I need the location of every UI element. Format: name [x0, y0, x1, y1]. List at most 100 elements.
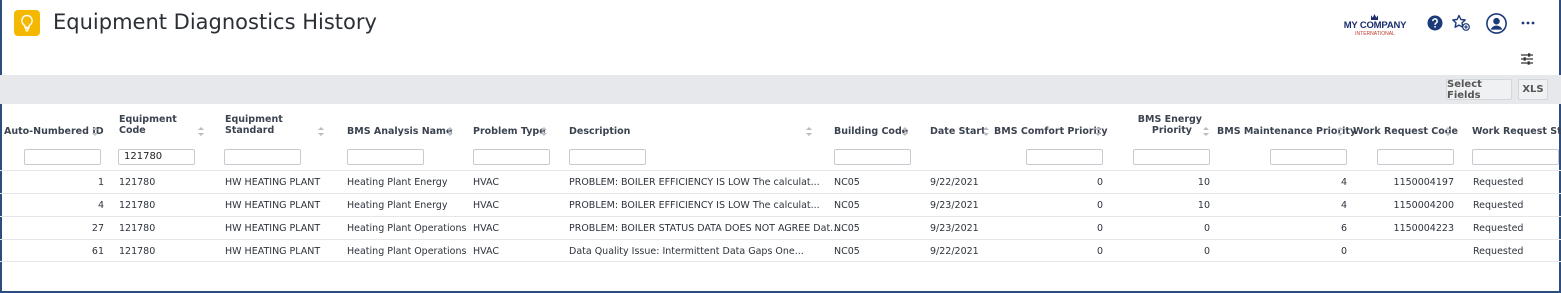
cell-bms-comfort-priority: 0: [1096, 223, 1103, 234]
cell-bms-energy-priority: 0: [1203, 223, 1210, 234]
sort-icon[interactable]: [541, 127, 547, 137]
cell-equipment-standard: HW HEATING PLANT: [225, 200, 321, 211]
column-header-building-code[interactable]: Building Code: [834, 126, 908, 137]
column-header-bms-maintenance-priority[interactable]: BMS Maintenance Priority: [1217, 126, 1356, 137]
logo-subtitle: INTERNATIONAL: [1355, 31, 1395, 37]
cell-work-request-status: Requested: [1473, 246, 1524, 257]
filter-bms-comfort-priority-input[interactable]: [1026, 149, 1103, 165]
sort-icon[interactable]: [1445, 127, 1451, 137]
cell-bms-comfort-priority: 0: [1096, 200, 1103, 211]
column-header-id[interactable]: Auto-Numbered ID: [4, 126, 104, 137]
cell-bms-energy-priority: 10: [1197, 177, 1210, 188]
sort-icon[interactable]: [1095, 127, 1101, 137]
company-logo: MY COMPANY INTERNATIONAL: [1340, 12, 1410, 37]
cell-bms-analysis-name: Heating Plant Energy: [347, 177, 448, 188]
filter-equipment-code-input[interactable]: 121780: [118, 149, 195, 165]
cell-bms-maintenance-priority: 4: [1340, 200, 1347, 211]
column-header-equipment-code[interactable]: Equipment Code: [119, 114, 177, 136]
help-icon[interactable]: [1424, 12, 1446, 34]
app-header: Equipment Diagnostics History MY COMPANY…: [0, 0, 1561, 48]
filter-id-input[interactable]: [24, 149, 101, 165]
column-header-bms-analysis-name[interactable]: BMS Analysis Name: [347, 126, 452, 137]
filter-bms-maintenance-priority-input[interactable]: [1270, 149, 1347, 165]
cell-bms-analysis-name: Heating Plant Energy: [347, 200, 448, 211]
sort-icon[interactable]: [1203, 127, 1209, 137]
column-header-problem-type[interactable]: Problem Type: [473, 126, 546, 137]
cell-bms-maintenance-priority: 0: [1340, 246, 1347, 257]
sort-icon[interactable]: [902, 127, 908, 137]
cell-equipment-standard: HW HEATING PLANT: [225, 223, 321, 234]
cell-equipment-standard: HW HEATING PLANT: [225, 177, 321, 188]
cell-problem-type: HVAC: [473, 223, 499, 234]
cell-date-start: 9/23/2021: [930, 223, 979, 234]
toolbar-band: [0, 75, 1561, 104]
cell-equipment-standard: HW HEATING PLANT: [225, 246, 321, 257]
cell-description: Data Quality Issue: Intermittent Data Ga…: [569, 246, 804, 257]
filter-problem-type-input[interactable]: [473, 149, 550, 165]
cell-bms-analysis-name: Heating Plant Operations: [347, 223, 467, 234]
cell-bms-analysis-name: Heating Plant Operations: [347, 246, 467, 257]
cell-date-start: 9/23/2021: [930, 200, 979, 211]
cell-work-request-status: Requested: [1473, 177, 1524, 188]
more-icon[interactable]: [1517, 12, 1539, 34]
favorites-icon[interactable]: [1450, 12, 1472, 34]
select-fields-button[interactable]: Select Fields: [1446, 79, 1512, 101]
cell-building-code: NC05: [834, 177, 860, 188]
cell-id: 61: [91, 246, 104, 257]
cell-id: 1: [97, 177, 104, 188]
sort-icon[interactable]: [447, 127, 453, 137]
xls-button[interactable]: XLS: [1518, 79, 1548, 100]
cell-description: PROBLEM: BOILER STATUS DATA DOES NOT AGR…: [569, 223, 840, 234]
cell-equipment-code: 121780: [119, 200, 156, 211]
cell-work-request-code: 1150004223: [1393, 223, 1454, 234]
table-row[interactable]: 1 121780 HW HEATING PLANT Heating Plant …: [0, 170, 1561, 193]
sort-icon[interactable]: [92, 127, 98, 137]
cell-bms-energy-priority: 10: [1197, 200, 1210, 211]
filter-work-request-code-input[interactable]: [1377, 149, 1454, 165]
column-header-description[interactable]: Description: [569, 126, 630, 137]
cell-description: PROBLEM: BOILER EFFICIENCY IS LOW The ca…: [569, 200, 820, 211]
filter-settings-icon[interactable]: [1519, 52, 1539, 70]
cell-equipment-code: 121780: [119, 223, 156, 234]
filter-building-code-input[interactable]: [834, 149, 911, 165]
cell-equipment-code: 121780: [119, 177, 156, 188]
cell-problem-type: HVAC: [473, 177, 499, 188]
cell-id: 27: [91, 223, 104, 234]
cell-id: 4: [97, 200, 104, 211]
cell-building-code: NC05: [834, 200, 860, 211]
filter-bms-analysis-name-input[interactable]: [347, 149, 424, 165]
table-row[interactable]: 61 121780 HW HEATING PLANT Heating Plant…: [0, 239, 1561, 262]
filter-work-request-status-input[interactable]: [1472, 149, 1559, 165]
column-header-equipment-standard[interactable]: Equipment Standard: [225, 114, 283, 136]
lightbulb-icon: [14, 10, 40, 36]
cell-date-start: 9/22/2021: [930, 177, 979, 188]
column-header-work-request-code[interactable]: Work Request Code: [1353, 126, 1458, 137]
cell-bms-maintenance-priority: 4: [1340, 177, 1347, 188]
cell-building-code: NC05: [834, 246, 860, 257]
sort-icon[interactable]: [1337, 127, 1343, 137]
sort-icon[interactable]: [983, 127, 989, 137]
cell-description: PROBLEM: BOILER EFFICIENCY IS LOW The ca…: [569, 177, 820, 188]
column-header-work-request-status[interactable]: Work Request Status: [1472, 126, 1561, 137]
filter-description-input[interactable]: [569, 149, 646, 165]
column-header-bms-comfort-priority[interactable]: BMS Comfort Priority: [994, 126, 1108, 137]
table-row[interactable]: 4 121780 HW HEATING PLANT Heating Plant …: [0, 193, 1561, 216]
cell-building-code: NC05: [834, 223, 860, 234]
table-row[interactable]: 27 121780 HW HEATING PLANT Heating Plant…: [0, 216, 1561, 239]
user-icon[interactable]: [1485, 12, 1507, 34]
cell-work-request-status: Requested: [1473, 200, 1524, 211]
filter-bms-energy-priority-input[interactable]: [1133, 149, 1210, 165]
logo-name: MY COMPANY: [1343, 20, 1407, 31]
sort-icon[interactable]: [318, 127, 324, 137]
cell-problem-type: HVAC: [473, 246, 499, 257]
column-header-bms-energy-priority[interactable]: BMS Energy Priority: [1130, 114, 1202, 136]
cell-bms-maintenance-priority: 6: [1340, 223, 1347, 234]
cell-bms-energy-priority: 0: [1203, 246, 1210, 257]
sort-icon[interactable]: [806, 127, 812, 137]
column-header-date-start[interactable]: Date Start: [930, 126, 986, 137]
sort-icon[interactable]: [198, 127, 204, 137]
cell-bms-comfort-priority: 0: [1096, 177, 1103, 188]
filter-equipment-standard-input[interactable]: [224, 149, 301, 165]
page-title: Equipment Diagnostics History: [53, 10, 377, 34]
cell-work-request-code: 1150004200: [1393, 200, 1454, 211]
